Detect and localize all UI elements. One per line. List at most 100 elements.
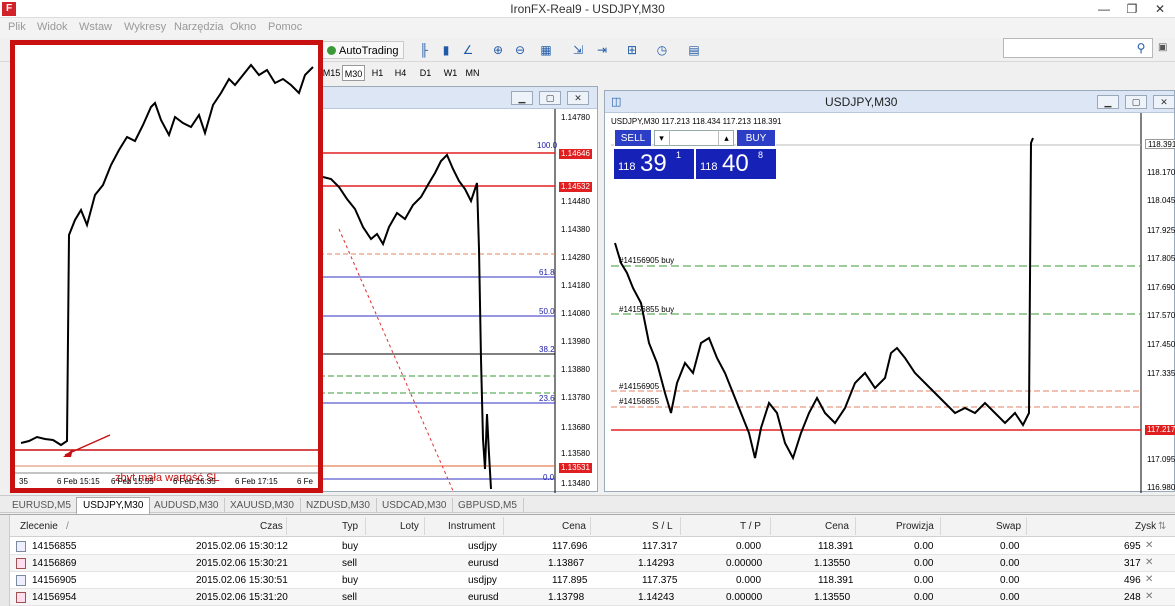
cell-price: 117.696 (552, 541, 588, 552)
col-tp[interactable]: T / P (740, 521, 761, 532)
eurusd-chart-canvas[interactable] (319, 109, 599, 493)
cell-swap: 0.00 (1000, 592, 1020, 603)
chart-close-button[interactable]: ✕ (567, 91, 589, 105)
sort-arrow-icon: ⇅ (1158, 521, 1167, 532)
table-header: Zlecenie / Czas Typ Loty Instrument Cena… (10, 515, 1175, 537)
menu-plik[interactable]: Plik (8, 21, 26, 33)
orders-table: Zlecenie / Czas Typ Loty Instrument Cena… (0, 514, 1175, 606)
menu-pomoc[interactable]: Pomoc (268, 21, 302, 33)
table-row[interactable]: 14156954 2015.02.06 15:31:20 sell eurusd… (10, 589, 1175, 606)
cell-time: 2015.02.06 15:30:51 (196, 575, 288, 586)
menu-wstaw[interactable]: Wstaw (79, 21, 112, 33)
close-order-icon[interactable]: ✕ (1145, 540, 1153, 551)
sell-price-display[interactable]: 118 39 1 (614, 149, 694, 179)
col-zlecenie[interactable]: Zlecenie (20, 521, 58, 532)
menu-wykresy[interactable]: Wykresy (124, 21, 166, 33)
one-click-trading-panel: SELL ▾ ▴ BUY 118 39 1 118 40 8 (614, 129, 776, 179)
chart-minimize-button[interactable]: ▁ (1097, 95, 1119, 109)
cell-profit: 248 (1124, 592, 1141, 603)
tab-usdcad-m30[interactable]: USDCAD,M30 (376, 498, 454, 513)
chart-maximize-button[interactable]: ▢ (1125, 95, 1147, 109)
sell-button[interactable]: SELL (614, 129, 652, 147)
timeframe-m30[interactable]: M30 (342, 65, 365, 81)
timeframe-mn[interactable]: MN (461, 65, 484, 81)
table-row[interactable]: 14156855 2015.02.06 15:30:12 buy usdjpy … (10, 538, 1175, 555)
chart-window-titlebar: ▁ ▢ ✕ (319, 87, 597, 109)
chart-close-button[interactable]: ✕ (1153, 95, 1175, 109)
col-cena-current[interactable]: Cena (825, 521, 849, 532)
col-cena[interactable]: Cena (562, 521, 586, 532)
timeframe-h1[interactable]: H1 (366, 65, 389, 81)
metatrader-window: F IronFX-Real9 - USDJPY,M30 — ❐ ✕ Plik W… (0, 0, 1175, 606)
candle-chart-icon[interactable]: ▮ (436, 41, 456, 59)
zoom-in-icon[interactable]: ⊕ (488, 41, 508, 59)
maximize-button[interactable]: ❐ (1118, 0, 1146, 18)
level-tag: 1.14646 (559, 149, 592, 159)
autotrading-button[interactable]: AutoTrading (322, 41, 404, 59)
tab-nzdusd-m30[interactable]: NZDUSD,M30 (300, 498, 377, 513)
auto-scroll-icon[interactable]: ⇲ (568, 41, 588, 59)
time-label: 6 Feb 17:15 (235, 477, 278, 486)
chart-maximize-button[interactable]: ▢ (539, 91, 561, 105)
col-loty[interactable]: Loty (400, 521, 419, 532)
col-czas[interactable]: Czas (260, 521, 283, 532)
tile-windows-icon[interactable]: ▦ (536, 41, 556, 59)
sl-price-tag: 117.217 (1145, 425, 1175, 435)
table-row[interactable]: 14156869 2015.02.06 15:30:21 sell eurusd… (10, 555, 1175, 572)
bar-chart-icon[interactable]: ╟ (414, 41, 434, 59)
tab-audusd-m30[interactable]: AUDUSD,M30 (148, 498, 226, 513)
time-label: 6 Feb 16:35 (173, 477, 216, 486)
search-input[interactable] (1003, 38, 1153, 58)
price-label: 117.925 (1147, 226, 1175, 235)
lot-decrease-icon[interactable]: ▾ (654, 130, 670, 146)
tab-gbpusd-m5[interactable]: GBPUSD,M5 (452, 498, 524, 513)
cell-sl: 117.317 (642, 541, 678, 552)
tab-eurusd-m5[interactable]: EURUSD,M5 (6, 498, 78, 513)
col-typ[interactable]: Typ (342, 521, 358, 532)
close-order-icon[interactable]: ✕ (1145, 557, 1153, 568)
chart-shift-icon[interactable]: ⇥ (592, 41, 612, 59)
buy-button[interactable]: BUY (736, 129, 776, 147)
table-row[interactable]: 14156905 2015.02.06 15:30:51 buy usdjpy … (10, 572, 1175, 589)
periods-clock-icon[interactable]: ◷ (652, 41, 672, 59)
fib-label-50: 50.0 (539, 307, 555, 316)
search-icon[interactable]: ⚲ (1133, 41, 1149, 57)
templates-icon[interactable]: ▤ (684, 41, 704, 59)
sell-order-icon (16, 558, 26, 569)
timeframe-w1[interactable]: W1 (439, 65, 462, 81)
tab-usdjpy-m30[interactable]: USDJPY,M30 (76, 497, 151, 514)
close-order-icon[interactable]: ✕ (1145, 574, 1153, 585)
col-instrument[interactable]: Instrument (448, 521, 495, 532)
cell-price: 1.13867 (548, 558, 585, 569)
col-prowizja[interactable]: Prowizja (896, 521, 934, 532)
cell-price-current: 1.13550 (814, 592, 851, 603)
menu-narzedzia[interactable]: Narzędzia (174, 21, 224, 33)
timeframe-m15[interactable]: M15 (320, 65, 343, 81)
col-swap[interactable]: Swap (996, 521, 1021, 532)
cell-type: buy (342, 575, 359, 586)
tab-xauusd-m30[interactable]: XAUUSD,M30 (224, 498, 301, 513)
menu-okno[interactable]: Okno (230, 21, 256, 33)
community-icon[interactable]: ▣ (1158, 42, 1172, 56)
cell-commission: 0.00 (914, 558, 934, 569)
col-sl[interactable]: S / L (652, 521, 673, 532)
price-label: 1.13880 (561, 365, 590, 374)
close-window-button[interactable]: ✕ (1146, 0, 1174, 18)
cell-tp: 0.000 (736, 541, 762, 552)
line-chart-icon[interactable]: ∠ (458, 41, 478, 59)
timeframe-d1[interactable]: D1 (414, 65, 437, 81)
indicators-icon[interactable]: ⊞ (622, 41, 642, 59)
price-label: 1.14380 (561, 225, 590, 234)
timeframe-h4[interactable]: H4 (389, 65, 412, 81)
terminal-side-strip (0, 515, 10, 606)
lot-increase-icon[interactable]: ▴ (718, 130, 734, 146)
order-label: #14156905 buy (619, 256, 675, 265)
time-label: 6 Feb 15:15 (57, 477, 100, 486)
zoom-out-icon[interactable]: ⊖ (510, 41, 530, 59)
chart-minimize-button[interactable]: ▁ (511, 91, 533, 105)
close-order-icon[interactable]: ✕ (1145, 591, 1153, 602)
menu-widok[interactable]: Widok (37, 21, 68, 33)
col-zysk[interactable]: Zysk (1135, 521, 1156, 532)
buy-price-display[interactable]: 118 40 8 (696, 149, 776, 179)
minimize-button[interactable]: — (1090, 0, 1118, 18)
